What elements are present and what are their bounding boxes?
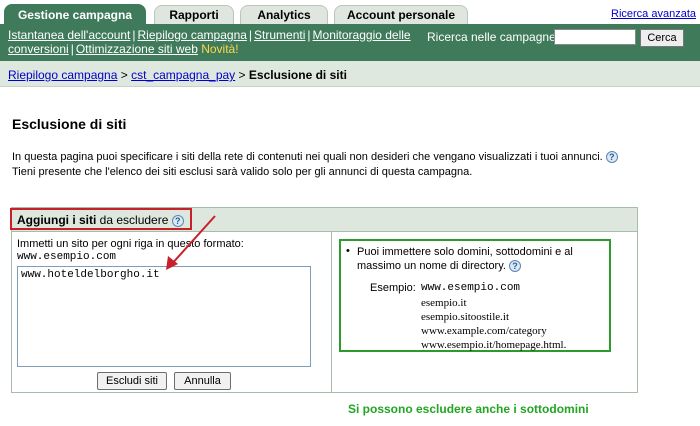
campaign-search-input[interactable]: [554, 29, 636, 45]
breadcrumb-riepilogo[interactable]: Riepilogo campagna: [8, 68, 117, 82]
nav-link-strumenti[interactable]: Strumenti: [254, 28, 305, 42]
tab-analytics[interactable]: Analytics: [240, 5, 328, 24]
nav-bar: Istantanea dell'account | Riepilogo campag…: [0, 24, 700, 61]
example-item: www.esempio.it/homepage.html.: [421, 339, 567, 351]
nav-links: Istantanea dell'account | Riepilogo campag…: [8, 28, 413, 56]
nav-separator: |: [132, 28, 136, 42]
nav-separator: |: [307, 28, 311, 42]
help-icon[interactable]: ?: [605, 151, 618, 164]
page-title: Esclusione di siti: [12, 116, 127, 132]
example-item: esempio.sitoostile.it: [421, 311, 509, 323]
panel-header: Aggiungi i siti da escludere ?: [10, 208, 637, 232]
tab-gestione-campagna[interactable]: Gestione campagna: [4, 4, 146, 24]
advanced-search-link[interactable]: Ricerca avanzata: [611, 8, 696, 20]
example-item: www.esempio.com: [421, 282, 521, 294]
search-button[interactable]: Cerca: [640, 29, 684, 47]
help-icon[interactable]: ?: [509, 260, 522, 273]
intro-text: In questa pagina puoi specificare i siti…: [12, 150, 672, 180]
example-list: esempio.it esempio.sitoostile.it www.exa…: [421, 296, 566, 352]
breadcrumb-separator: >: [120, 68, 128, 82]
nav-link-istantanea[interactable]: Istantanea dell'account: [8, 28, 130, 42]
exclude-sites-panel: Aggiungi i siti da escludere ? Immetti u…: [10, 207, 638, 393]
sites-textarea[interactable]: www.hoteldelborgho.it: [17, 266, 311, 367]
intro-line-1: In questa pagina puoi specificare i siti…: [12, 151, 603, 163]
new-badge: Novità!: [201, 42, 239, 56]
panel-header-bold: Aggiungi i siti: [17, 213, 97, 227]
arrow-icon: [166, 215, 216, 270]
nav-link-riepilogo[interactable]: Riepilogo campagna: [138, 28, 247, 42]
format-example: www.esempio.com: [17, 251, 117, 263]
nav-separator: |: [70, 42, 74, 56]
tab-rapporti[interactable]: Rapporti: [154, 5, 234, 24]
bullet-icon: •: [346, 245, 350, 257]
panel-header-rest: da escludere: [99, 213, 169, 227]
format-note-box: • Puoi immettere solo domini, sottodomin…: [339, 239, 611, 352]
note-text-content: Puoi immettere solo domini, sottodomini …: [357, 246, 573, 272]
cancel-button[interactable]: Annulla: [174, 372, 231, 390]
example-item: www.example.com/category: [421, 325, 547, 337]
note-text: Puoi immettere solo domini, sottodomini …: [357, 245, 603, 273]
intro-line-2: Tieni presente che l'elenco dei siti esc…: [12, 166, 473, 178]
breadcrumb: Riepilogo campagna > cst_campagna_pay > …: [0, 61, 700, 87]
main-tabs: Gestione campagna Rapporti Analytics Acc…: [0, 0, 700, 24]
search-label: Ricerca nelle campagne:: [427, 30, 560, 44]
breadcrumb-current: Esclusione di siti: [248, 68, 347, 82]
subdomain-annotation: Si possono escludere anche i sottodomini: [348, 402, 589, 416]
exclude-sites-button[interactable]: Escludi siti: [97, 372, 167, 390]
format-help-column: • Puoi immettere solo domini, sottodomin…: [333, 232, 637, 392]
example-item: esempio.it: [421, 297, 467, 309]
nav-separator: |: [248, 28, 253, 42]
breadcrumb-separator: >: [238, 68, 246, 82]
nav-link-ottimizzazione[interactable]: Ottimizzazione siti web: [76, 42, 198, 56]
breadcrumb-campaign[interactable]: cst_campagna_pay: [131, 68, 235, 82]
tab-account-personale[interactable]: Account personale: [334, 5, 468, 24]
example-label: Esempio:: [370, 282, 416, 294]
